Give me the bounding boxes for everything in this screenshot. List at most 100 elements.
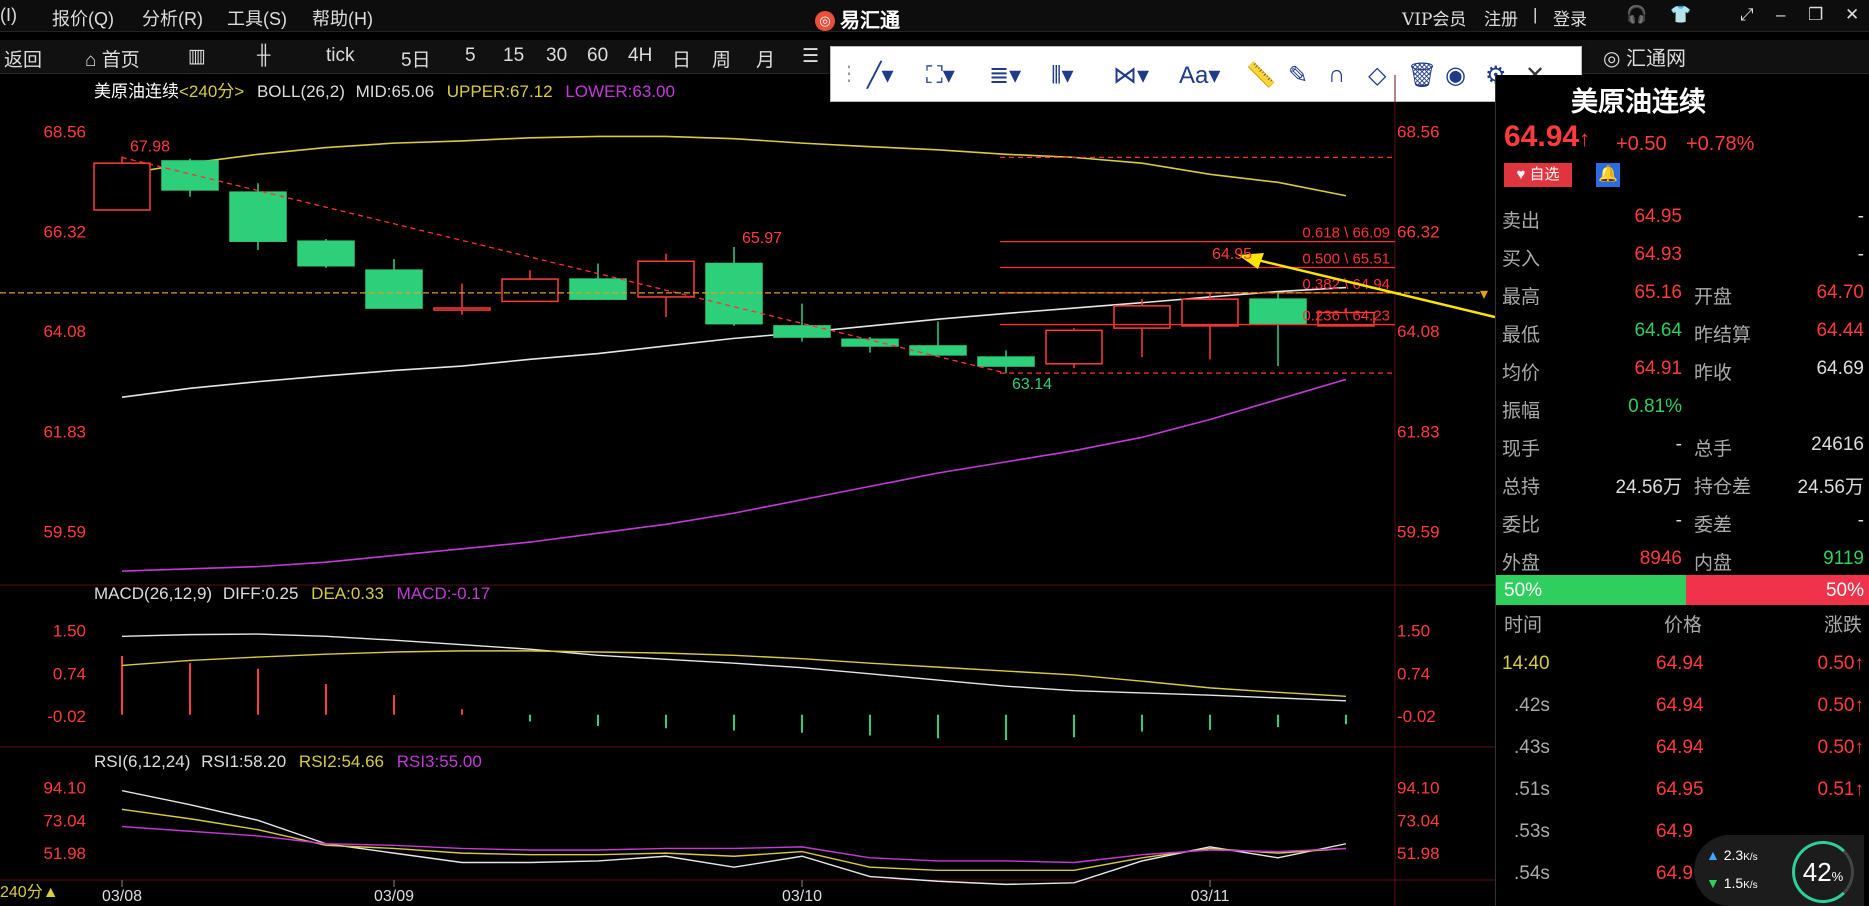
sell-ratio-label: 50%	[1825, 580, 1864, 601]
row-value: 65.16	[1634, 282, 1682, 303]
restore-icon[interactable]: ❐	[1808, 5, 1823, 25]
x-tick-label: 03/09	[374, 888, 414, 905]
tick-time: .43s	[1514, 737, 1550, 758]
y-tick-label-right: 66.32	[1397, 222, 1440, 241]
row-value-2: 64.70	[1816, 282, 1864, 303]
home-icon: ⌂	[85, 50, 97, 71]
period-week[interactable]: 周	[712, 45, 731, 72]
period-day[interactable]: 日	[672, 45, 691, 72]
tick-price: 64.95	[1656, 779, 1704, 800]
period-15[interactable]: 15	[503, 45, 524, 67]
x-tick-label: 03/10	[782, 888, 822, 905]
tick-row[interactable]: .42s 64.94 0.50↑	[1496, 687, 1869, 729]
menu-tools[interactable]: 工具(S)	[227, 5, 287, 31]
tick-header-price: 价格	[1664, 615, 1703, 636]
row-value: -	[1675, 434, 1682, 455]
rsi-y-tick: 94.10	[43, 778, 86, 797]
minimize-icon[interactable]: –	[1776, 5, 1785, 25]
row-label: 最低	[1502, 325, 1541, 346]
login-link[interactable]: 登录	[1553, 5, 1587, 30]
network-speed-widget[interactable]: ▲ 2.3K/s ▼ 1.5K/s 42%	[1694, 835, 1864, 906]
chart-area: 美原油连续<240分> BOLL(26,2) MID:65.06 UPPER:6…	[0, 75, 1495, 906]
peak-annotation: 65.97	[742, 230, 782, 247]
row-label: 均价	[1502, 363, 1541, 384]
candle-chart-icon[interactable]: ╫	[257, 45, 270, 67]
tick-row[interactable]: 14:40 64.94 0.50↑	[1496, 645, 1869, 687]
period-month[interactable]: 月	[756, 45, 775, 72]
macd-diff-line	[121, 633, 1347, 702]
rsi2-line	[121, 808, 1347, 872]
fib-level-label: 0.382 \ 64.94	[1302, 276, 1390, 293]
tick-header: 时间 价格 涨跌	[1496, 610, 1869, 640]
huitong-link[interactable]: ◎ 汇通网	[1603, 42, 1686, 71]
price-annotation: 64.95	[1212, 246, 1252, 263]
list-icon[interactable]: ☰	[802, 45, 819, 68]
menu-help[interactable]: 帮助(H)	[312, 5, 373, 31]
macd-y-tick: 0.74	[53, 664, 86, 683]
quote-row: 委比 - 委差 -	[1496, 504, 1869, 542]
macd-dea: DEA:0.33	[311, 584, 384, 603]
period-5day[interactable]: 5日	[401, 45, 431, 72]
add-favorite-button[interactable]: ♥ 自选	[1504, 163, 1572, 187]
boll-lower-line	[121, 378, 1347, 572]
tick-time: .42s	[1514, 695, 1550, 716]
menu-quote[interactable]: 报价(Q)	[52, 5, 114, 31]
period-30[interactable]: 30	[546, 45, 567, 67]
close-window-icon[interactable]: ✕	[1845, 5, 1859, 25]
headset-icon[interactable]: 🎧	[1626, 5, 1647, 25]
period-60[interactable]: 60	[587, 45, 608, 67]
alert-bell-icon[interactable]: 🔔	[1596, 163, 1620, 187]
quote-row: 现手 - 总手 24616	[1496, 428, 1869, 466]
register-link[interactable]: 注册	[1484, 5, 1518, 30]
row-label: 卖出	[1502, 211, 1541, 232]
row-value-2: 64.44	[1816, 320, 1864, 341]
rsi-y-tick-right: 73.04	[1397, 811, 1440, 830]
sell-ratio-bar: 50%	[1686, 575, 1869, 605]
quote-row: 均价 64.91 昨收 64.69	[1496, 352, 1869, 390]
y-tick-label-right: 59.59	[1397, 522, 1440, 541]
back-button[interactable]: 返回	[4, 45, 42, 72]
bar-chart-icon[interactable]: ▥	[188, 45, 206, 68]
fullscreen-icon[interactable]: ⤢	[1740, 5, 1754, 25]
high-annotation: 67.98	[130, 138, 170, 155]
quote-row: 最低 64.64 昨结算 64.44	[1496, 314, 1869, 352]
x-tick-label: 03/08	[102, 888, 142, 905]
menu-tools-partial[interactable]: (I)	[0, 5, 17, 26]
rsi-y-tick: 51.98	[43, 844, 86, 863]
row-value-2: -	[1857, 244, 1864, 265]
tick-row[interactable]: .43s 64.94 0.50↑	[1496, 729, 1869, 771]
x-tick-label: 03/11	[1191, 888, 1230, 905]
upload-speed: ▲ 2.3K/s	[1706, 847, 1758, 863]
row-label-2: 昨收	[1694, 363, 1733, 384]
period-5[interactable]: 5	[465, 45, 476, 67]
period-tick[interactable]: tick	[326, 45, 355, 67]
y-tick-label: 64.08	[43, 322, 86, 341]
row-label-2: 昨结算	[1694, 325, 1752, 346]
footer-period[interactable]: 240分▲	[0, 883, 59, 901]
tick-price: 64.94	[1656, 653, 1704, 674]
price-change: +0.50	[1616, 133, 1667, 155]
row-value-2: 24616	[1811, 434, 1864, 455]
macd-y-tick: -0.02	[47, 707, 86, 726]
row-value: 24.56万	[1615, 477, 1682, 498]
memory-pct-sign: %	[1831, 869, 1844, 884]
quote-title: 美原油连续	[1571, 87, 1706, 118]
candle-down	[909, 345, 967, 356]
tick-row[interactable]: .51s 64.95 0.51↑	[1496, 771, 1869, 813]
row-value-2: 24.56万	[1797, 477, 1864, 498]
macd-y-tick: 1.50	[53, 622, 86, 641]
macd-name: MACD(26,12,9)	[94, 584, 212, 603]
home-button[interactable]: ⌂ 首页	[85, 45, 140, 72]
boll-upper: UPPER:67.12	[447, 82, 553, 101]
tick-price: 64.94	[1656, 695, 1704, 716]
rsi1-line	[121, 789, 1347, 886]
vip-link[interactable]: VIP会员	[1402, 5, 1466, 30]
shirt-icon[interactable]: 👕	[1670, 5, 1691, 25]
menu-analysis[interactable]: 分析(R)	[142, 5, 203, 31]
y-tick-label: 68.56	[43, 123, 86, 142]
row-label-2: 持仓差	[1694, 477, 1752, 498]
period-4h[interactable]: 4H	[628, 45, 652, 67]
quote-row: 卖出 64.95 -	[1496, 200, 1869, 238]
fib-level-label: 0.236 \ 64.23	[1302, 308, 1390, 325]
y-tick-label-right: 61.83	[1397, 423, 1440, 442]
